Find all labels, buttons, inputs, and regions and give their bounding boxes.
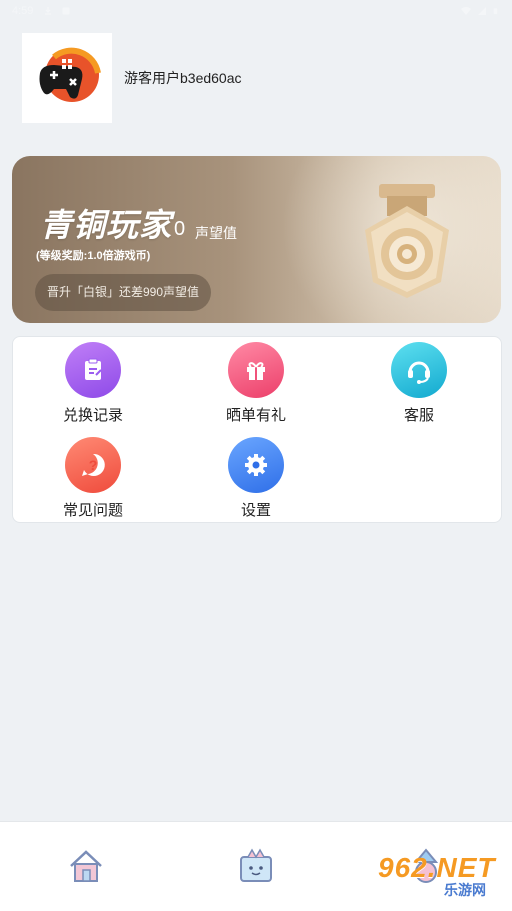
- menu-item-share-gift[interactable]: 晒单有礼: [196, 342, 316, 425]
- wifi-icon: [461, 7, 471, 15]
- watermark: 962.NET 乐游网: [372, 846, 508, 904]
- menu-item-exchange-record[interactable]: 兑换记录: [33, 342, 153, 425]
- download-icon: [45, 7, 52, 15]
- clipboard-icon: [65, 342, 121, 398]
- svg-text:?: ?: [89, 457, 98, 473]
- tab-home-icon[interactable]: [66, 846, 106, 886]
- game-controller-logo-icon: [39, 47, 101, 102]
- question-icon: ?: [65, 437, 121, 493]
- level-bonus: (等级奖励:1.0倍游戏币): [36, 250, 151, 262]
- menu-label: 客服: [403, 407, 434, 424]
- status-bar: 4:59: [0, 0, 512, 22]
- level-points-unit: 声望值: [195, 225, 237, 241]
- profile-header[interactable]: 游客用户b3ed60ac: [22, 33, 242, 123]
- gift-icon: [228, 342, 284, 398]
- menu-label: 设置: [240, 502, 271, 519]
- menu-item-faq[interactable]: ? 常见问题: [33, 437, 153, 520]
- avatar[interactable]: [22, 33, 112, 123]
- gear-icon: [228, 437, 284, 493]
- watermark-sub: 乐游网: [444, 882, 486, 898]
- level-card[interactable]: 青铜玩家 0 声望值 (等级奖励:1.0倍游戏币) 晋升「白银」还差990声望值: [12, 156, 501, 323]
- menu-label: 晒单有礼: [225, 407, 286, 424]
- menu-label: 常见问题: [62, 502, 123, 519]
- notification-icon: [62, 7, 70, 15]
- menu-item-customer-service[interactable]: 客服: [359, 342, 479, 425]
- menu-label: 兑换记录: [62, 407, 123, 424]
- level-title: 青铜玩家: [40, 207, 173, 243]
- headset-icon: [391, 342, 447, 398]
- status-time: 4:59: [12, 5, 34, 17]
- tab-gift-box-icon[interactable]: [236, 846, 276, 886]
- bronze-medal-icon: [365, 184, 449, 298]
- username: 游客用户b3ed60ac: [124, 70, 242, 86]
- level-points: 0: [174, 218, 186, 240]
- menu-card: 兑换记录 晒单有礼 客服 ? 常见问题 设置: [12, 336, 502, 523]
- battery-icon: [493, 8, 498, 15]
- upgrade-hint: 晋升「白银」还差990声望值: [35, 274, 212, 311]
- signal-icon: [478, 7, 486, 15]
- menu-item-settings[interactable]: 设置: [196, 437, 316, 520]
